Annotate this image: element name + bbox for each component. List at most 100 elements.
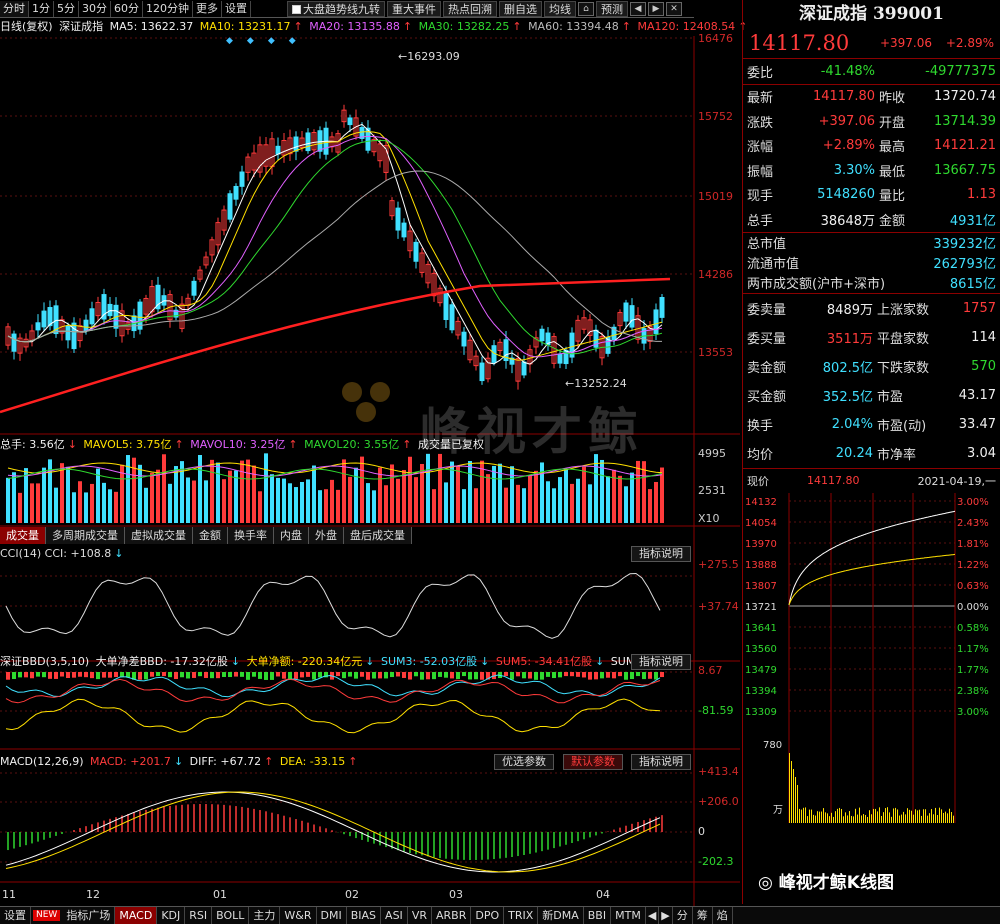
period-tab[interactable]: 5分 (54, 0, 79, 17)
scroll-left-icon[interactable]: ◀ (646, 907, 660, 924)
bbd-axis-label: 8.67 (698, 664, 723, 677)
intraday-vol-bar (825, 811, 826, 823)
volume-bar (78, 481, 82, 523)
tab-multi-volume[interactable]: 多周期成交量 (46, 527, 125, 544)
tab-asi[interactable]: ASI (381, 907, 408, 924)
tab-mtm[interactable]: MTM (611, 907, 646, 924)
tab-main-force[interactable]: 主力 (249, 907, 281, 924)
intraday-vol-bar (935, 807, 936, 823)
events-button[interactable]: 重大事件 (387, 0, 441, 17)
bbd-line (5, 678, 661, 704)
bbd-bar (162, 672, 166, 677)
intraday-vol-bar (813, 814, 814, 823)
bbd-explain-button[interactable]: 指标说明 (631, 654, 691, 670)
volume-bar (600, 459, 604, 523)
tab-trix[interactable]: TRIX (504, 907, 539, 924)
kline-chart[interactable] (0, 36, 740, 906)
tab-bbi[interactable]: BBI (584, 907, 612, 924)
bbd-bar (150, 672, 154, 677)
period-tab[interactable]: 60分 (111, 0, 143, 17)
settings-button[interactable]: 设置 (0, 907, 31, 924)
candle-body (629, 305, 635, 328)
tab-dmi[interactable]: DMI (317, 907, 347, 924)
bbd-bar (450, 672, 454, 679)
tab-outer[interactable]: 外盘 (309, 527, 344, 544)
bbd-bar (372, 672, 376, 679)
ma-line-button[interactable]: 均线 (544, 0, 576, 17)
bbd-bar (246, 672, 250, 680)
tab-dpo[interactable]: DPO (471, 907, 505, 924)
tab-rsi[interactable]: RSI (185, 907, 213, 924)
ma10-value: MA10: 13231.17 (199, 20, 291, 33)
checkbox-icon[interactable] (292, 4, 301, 14)
bbd-bar (630, 672, 634, 680)
bbd-bar (102, 672, 106, 678)
hotspot-button[interactable]: 热点回溯 (443, 0, 497, 17)
forward-icon[interactable]: ▶ (648, 1, 664, 16)
lock-icon[interactable]: ⌂ (578, 1, 594, 16)
volume-bar (174, 466, 178, 523)
bbd-bar (276, 672, 280, 677)
settings-tab[interactable]: 设置 (222, 0, 251, 17)
intraday-vol-bar (853, 815, 854, 823)
tab-chou[interactable]: 筹 (693, 907, 713, 924)
intraday-vol-bar (871, 813, 872, 823)
period-tab[interactable]: 更多 (193, 0, 222, 17)
bbd-bar (294, 672, 298, 679)
bbd-bar (438, 672, 442, 677)
tab-boll[interactable]: BOLL (212, 907, 250, 924)
tab-volume[interactable]: 成交量 (0, 527, 46, 544)
period-tab[interactable]: 30分 (79, 0, 111, 17)
tab-new-dma[interactable]: 新DMA (538, 907, 584, 924)
intraday-vol-bar (855, 808, 856, 823)
bbd-bar (264, 672, 268, 680)
volume-bar (408, 456, 412, 523)
bbd-bar (186, 672, 190, 679)
volume-bar (660, 467, 664, 523)
intraday-vol-bar (835, 810, 836, 823)
tab-wr[interactable]: W&R (280, 907, 317, 924)
close-icon[interactable]: ✕ (666, 1, 682, 16)
bbd-bar (342, 672, 346, 679)
volume-bar (72, 492, 76, 523)
intraday-vol-bar (805, 806, 806, 823)
macd-explain-button[interactable]: 指标说明 (631, 754, 691, 770)
forecast-button[interactable]: 预测 (596, 0, 628, 17)
tab-amount[interactable]: 金额 (193, 527, 228, 544)
intraday-vol-bar (905, 813, 906, 823)
cap-row: 两市成交额(沪市+深市) 8615亿 (747, 277, 996, 292)
bbd-bar (516, 672, 520, 677)
period-tab[interactable]: 120分钟 (143, 0, 193, 17)
tab-inner[interactable]: 内盘 (274, 527, 309, 544)
period-tab[interactable]: 分时 (0, 0, 29, 17)
tab-arbr[interactable]: ARBR (432, 907, 472, 924)
tab-macd[interactable]: MACD (115, 907, 158, 924)
tab-turnover[interactable]: 换手率 (228, 527, 274, 544)
tab-fen[interactable]: 分 (673, 907, 693, 924)
scroll-right-icon[interactable]: ▶ (659, 907, 673, 924)
indicator-square-button[interactable]: 指标广场 (62, 907, 116, 924)
intraday-vol-bar (859, 807, 860, 823)
tab-after-hours[interactable]: 盘后成交量 (344, 527, 412, 544)
trend-line-button[interactable]: 大盘趋势线九转 (287, 0, 385, 17)
tab-bias[interactable]: BIAS (347, 907, 382, 924)
tab-virtual-volume[interactable]: 虚拟成交量 (125, 527, 193, 544)
bbd-bar (456, 672, 460, 680)
cap-row: 流通市值 262793亿 (747, 257, 996, 272)
intraday-vol-label: 780 (763, 740, 782, 751)
default-params-button[interactable]: 默认参数 (563, 754, 623, 770)
volume-bar (228, 470, 232, 523)
optimal-params-button[interactable]: 优选参数 (494, 754, 554, 770)
intraday-chart[interactable]: 14132 3.00% 14054 2.43% 13970 1.81% 13888 1.22%… (743, 492, 1000, 853)
intraday-vol-bar (921, 815, 922, 823)
cci-explain-button[interactable]: 指标说明 (631, 546, 691, 562)
tab-yan[interactable]: 焰 (713, 907, 733, 924)
period-tab[interactable]: 1分 (29, 0, 54, 17)
candle-body (227, 193, 233, 220)
tab-vr[interactable]: VR (408, 907, 432, 924)
back-icon[interactable]: ◀ (630, 1, 646, 16)
tab-kdj[interactable]: KDJ (157, 907, 186, 924)
remove-favorite-button[interactable]: 删自选 (499, 0, 542, 17)
bbd-bar (114, 672, 118, 678)
intraday-vol-bar (843, 815, 844, 823)
